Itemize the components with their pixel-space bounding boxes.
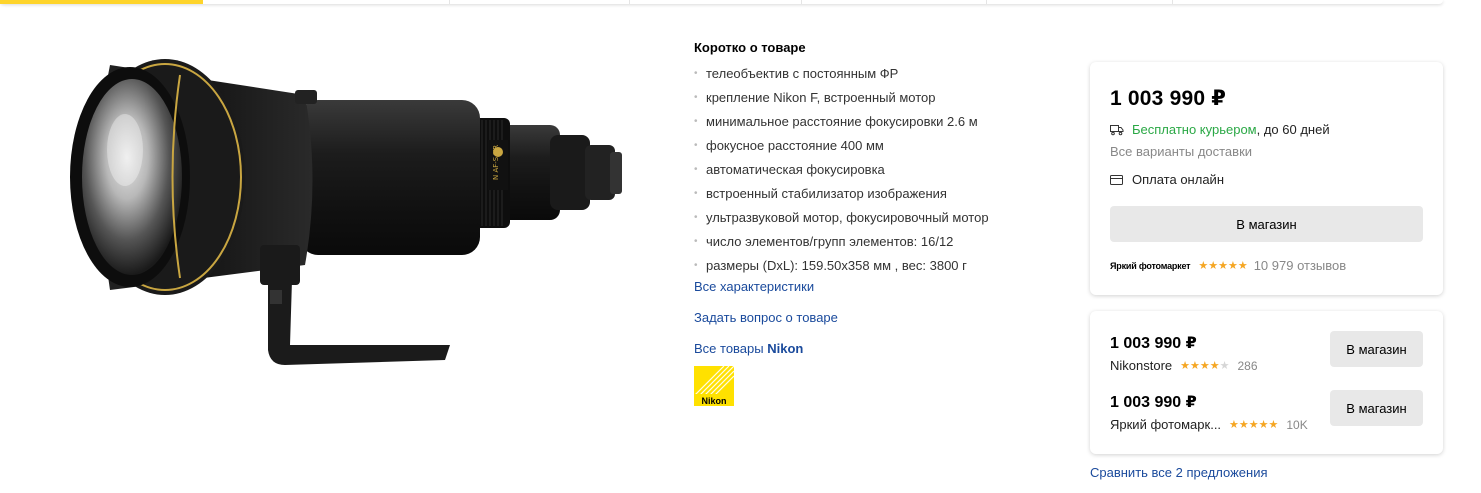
offer-shop-name[interactable]: Nikonstore: [1110, 358, 1172, 373]
payment-row: Оплата онлайн: [1110, 172, 1224, 187]
spec-item: автоматическая фокусировка: [694, 158, 1074, 182]
spec-item: встроенный стабилизатор изображения: [694, 182, 1074, 206]
product-image[interactable]: N AF-S VR: [70, 40, 630, 380]
offer-review-count: 286: [1237, 358, 1258, 373]
offer-shop-button[interactable]: В магазин: [1330, 390, 1423, 426]
spec-list: телеобъектив с постоянным ФР крепление N…: [694, 62, 1074, 278]
delivery-row: Бесплатно курьером, до 60 дней: [1110, 122, 1330, 137]
brief-title: Коротко о товаре: [694, 40, 806, 55]
main-offer-card: 1 003 990 ₽ Бесплатно курьером, до 60 дн…: [1090, 62, 1443, 295]
shop-info: Яркий фотомаркет ★★★★★ 10 979 отзывов: [1110, 258, 1346, 273]
tab-separator: [1172, 0, 1173, 4]
spec-item: минимальное расстояние фокусировки 2.6 м: [694, 110, 1074, 134]
tab-active-indicator[interactable]: [0, 0, 203, 4]
tab-separator: [801, 0, 802, 4]
offer-rating-stars: ★★★★★: [1180, 360, 1230, 372]
offer-shop-button[interactable]: В магазин: [1330, 331, 1423, 367]
tab-separator: [449, 0, 450, 4]
brand-name: Nikon: [767, 341, 804, 356]
tab-separator: [629, 0, 630, 4]
offer-shop: Nikonstore ★★★★★ 286: [1110, 358, 1258, 373]
nikon-logo[interactable]: Nikon: [694, 366, 734, 406]
shop-rating-stars: ★★★★★: [1198, 260, 1248, 272]
spec-item: ультразвуковой мотор, фокусировочный мот…: [694, 206, 1074, 230]
spec-item: число элементов/групп элементов: 16/12: [694, 230, 1074, 254]
offer-review-count: 10K: [1286, 417, 1308, 432]
offer-rating-stars: ★★★★★: [1229, 419, 1279, 431]
offer-shop: Яркий фотомарк... ★★★★★ 10K: [1110, 417, 1308, 432]
delivery-term: , до 60 дней: [1256, 122, 1330, 137]
delivery-options-link[interactable]: Все варианты доставки: [1110, 144, 1252, 159]
offer-price: 1 003 990 ₽: [1110, 394, 1197, 411]
brand-logo-text: Nikon: [701, 396, 726, 406]
brand-products-link[interactable]: Все товары Nikon: [694, 340, 1074, 358]
main-price: 1 003 990 ₽: [1110, 87, 1227, 110]
spec-item: фокусное расстояние 400 мм: [694, 134, 1074, 158]
truck-icon: [1110, 124, 1124, 135]
shop-reviews-link[interactable]: 10 979 отзывов: [1254, 258, 1346, 273]
product-brief: Коротко о товаре телеобъектив с постоянн…: [694, 40, 1074, 406]
delivery-free-link[interactable]: Бесплатно курьером: [1132, 122, 1257, 137]
spec-item: размеры (DxL): 159.50x358 мм , вес: 3800…: [694, 254, 1074, 278]
spec-item: крепление Nikon F, встроенный мотор: [694, 86, 1074, 110]
offer-shop-name[interactable]: Яркий фотомарк...: [1110, 417, 1221, 432]
shop-logo[interactable]: Яркий фотомаркет: [1110, 261, 1191, 271]
card-icon: [1110, 174, 1123, 185]
go-to-shop-button[interactable]: В магазин: [1110, 206, 1423, 242]
all-specs-link[interactable]: Все характеристики: [694, 278, 1074, 296]
tab-separator: [986, 0, 987, 4]
ask-question-link[interactable]: Задать вопрос о товаре: [694, 309, 1074, 327]
tab-strip: [0, 0, 1443, 4]
spec-item: телеобъектив с постоянным ФР: [694, 62, 1074, 86]
payment-label: Оплата онлайн: [1132, 172, 1224, 187]
compare-offers-link[interactable]: Сравнить все 2 предложения: [1090, 465, 1268, 480]
offers-list-card: 1 003 990 ₽ Nikonstore ★★★★★ 286 В магаз…: [1090, 311, 1443, 454]
brand-link-prefix: Все товары: [694, 341, 764, 356]
offer-price: 1 003 990 ₽: [1110, 335, 1197, 352]
